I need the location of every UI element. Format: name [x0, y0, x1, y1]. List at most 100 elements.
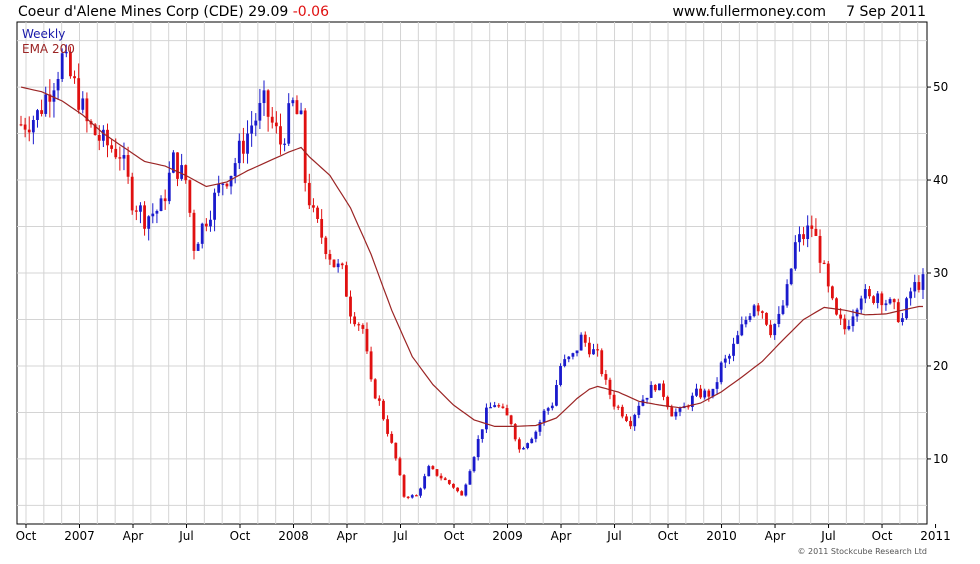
candle-body	[460, 491, 464, 496]
candle-body	[344, 265, 348, 297]
x-tick-label: Apr	[337, 529, 358, 543]
candle-body	[785, 284, 789, 306]
candle-body	[485, 407, 488, 430]
candle-body	[859, 298, 863, 310]
chart-container: Coeur d'Alene Mines Corp (CDE) 29.09 -0.…	[0, 0, 980, 560]
candle-body	[814, 228, 818, 236]
candle-body	[522, 448, 525, 450]
candle-body	[386, 419, 389, 434]
candle-body	[427, 466, 431, 477]
candle-body	[517, 439, 521, 450]
x-tick-label: Apr	[123, 529, 144, 543]
candle-body	[563, 359, 567, 367]
x-tick-label: 2007	[64, 529, 95, 543]
candle-body	[312, 205, 315, 208]
candle-body	[604, 374, 608, 380]
x-tick-label: Apr	[551, 529, 572, 543]
candle-body	[905, 298, 908, 319]
candle-body	[806, 225, 810, 240]
candle-body	[435, 469, 439, 476]
x-tick-label: Oct	[872, 529, 893, 543]
candle-body	[134, 210, 138, 212]
candle-body	[616, 406, 620, 408]
candle-body	[802, 234, 805, 240]
y-tick-label: 10	[933, 452, 948, 466]
candle-body	[423, 476, 427, 489]
x-tick-label: Oct	[444, 529, 465, 543]
candle-body	[36, 110, 39, 120]
candle-body	[225, 183, 229, 187]
candle-body	[97, 135, 101, 141]
candle-body	[349, 296, 352, 317]
candle-body	[798, 234, 801, 243]
candle-body	[736, 335, 740, 344]
candle-body	[596, 349, 600, 351]
candle-body	[769, 324, 773, 336]
candle-body	[439, 475, 443, 479]
candle-body	[567, 356, 571, 360]
candle-body	[382, 400, 385, 420]
candle-body	[752, 305, 756, 317]
candle-body	[147, 216, 151, 229]
candle-body	[155, 210, 159, 214]
candle-body	[229, 175, 233, 187]
candle-body	[876, 293, 880, 303]
candle-body	[81, 98, 85, 110]
candle-body	[122, 155, 126, 159]
candle-body	[789, 268, 793, 285]
candle-body	[176, 152, 179, 179]
x-axis-tick-labels: Oct 2007 Apr Jul Oct 2008 Apr Jul Oct 2009 Apr Jul O…	[16, 524, 980, 543]
candle-body	[204, 223, 208, 227]
candle-body	[213, 192, 216, 220]
y-tick-label: 40	[933, 173, 948, 187]
chart-title: Coeur d'Alene Mines Corp (CDE)	[18, 4, 244, 20]
candle-body	[830, 286, 834, 299]
candle-body	[674, 411, 678, 417]
chart-credit: © 2011 Stockcube Research Ltd	[797, 547, 927, 556]
candle-body	[242, 140, 245, 154]
candle-body	[695, 388, 698, 396]
candle-body	[188, 180, 192, 213]
candle-body	[419, 488, 422, 496]
candle-body	[377, 398, 381, 401]
candle-body	[872, 296, 875, 303]
candle-body	[773, 323, 777, 336]
candle-body	[526, 443, 530, 449]
candle-body	[571, 353, 575, 357]
candle-body	[480, 429, 484, 440]
candle-body	[505, 408, 509, 416]
candle-body	[250, 125, 254, 134]
candle-body	[530, 438, 534, 444]
candle-body	[744, 319, 748, 325]
candle-body	[447, 480, 451, 484]
candle-body	[394, 442, 398, 459]
candle-body	[23, 124, 27, 130]
candle-body	[365, 328, 369, 352]
candle-body	[332, 259, 336, 268]
candle-body	[52, 90, 56, 102]
candle-body	[303, 110, 307, 183]
candle-body	[357, 324, 361, 326]
candle-body	[658, 383, 661, 391]
candle-body	[583, 334, 587, 343]
candle-body	[110, 145, 114, 149]
candle-body	[209, 219, 212, 227]
candle-body	[237, 140, 241, 164]
candle-body	[118, 157, 122, 159]
x-tick-label: Apr	[765, 529, 786, 543]
x-tick-label: Jul	[820, 529, 835, 543]
candle-body	[637, 405, 641, 415]
candle-body	[180, 165, 184, 179]
candle-body	[443, 478, 447, 481]
candle-body	[740, 324, 744, 336]
x-tick-label: Jul	[392, 529, 407, 543]
candle-body	[233, 163, 237, 176]
candle-body	[406, 496, 410, 498]
candle-body	[896, 302, 900, 322]
candle-body	[266, 90, 270, 117]
candle-body	[56, 79, 60, 91]
candle-body	[625, 416, 628, 421]
candle-body	[472, 457, 476, 472]
candle-body	[431, 466, 435, 470]
candle-body	[670, 407, 674, 417]
